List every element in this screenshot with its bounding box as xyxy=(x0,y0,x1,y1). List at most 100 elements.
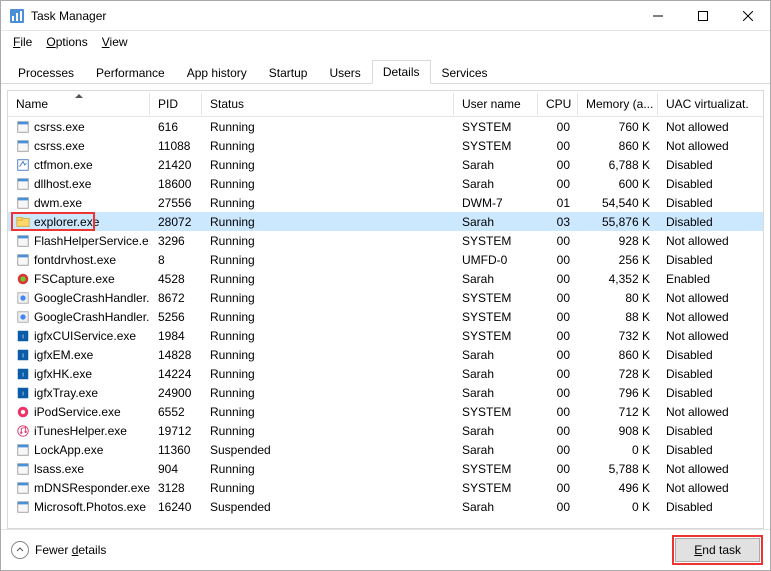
cell-pid: 904 xyxy=(150,462,202,476)
tab-bar: Processes Performance App history Startu… xyxy=(1,53,770,84)
tab-processes[interactable]: Processes xyxy=(7,61,85,84)
table-row[interactable]: dwm.exe27556RunningDWM-70154,540 KDisabl… xyxy=(8,193,763,212)
col-user[interactable]: User name xyxy=(454,93,538,115)
cell-cpu: 00 xyxy=(538,481,578,495)
cell-status: Running xyxy=(202,272,454,286)
tab-details[interactable]: Details xyxy=(372,60,431,84)
cell-cpu: 00 xyxy=(538,348,578,362)
col-mem[interactable]: Memory (a... xyxy=(578,93,658,115)
cell-name: explorer.exe xyxy=(8,215,150,229)
tab-users[interactable]: Users xyxy=(318,61,371,84)
table-row[interactable]: csrss.exe616RunningSYSTEM00760 KNot allo… xyxy=(8,117,763,136)
col-uac[interactable]: UAC virtualizat... xyxy=(658,93,748,115)
cell-status: Running xyxy=(202,139,454,153)
cell-uac: Disabled xyxy=(658,386,748,400)
table-row[interactable]: explorer.exe28072RunningSarah0355,876 KD… xyxy=(8,212,763,231)
table-row[interactable]: iigfxTray.exe24900RunningSarah00796 KDis… xyxy=(8,383,763,402)
table-row[interactable]: FlashHelperService.e...3296RunningSYSTEM… xyxy=(8,231,763,250)
cell-user: SYSTEM xyxy=(454,405,538,419)
table-row[interactable]: Microsoft.Photos.exe16240SuspendedSarah0… xyxy=(8,497,763,516)
minimize-button[interactable] xyxy=(635,1,680,30)
cell-status: Running xyxy=(202,424,454,438)
table-row[interactable]: iigfxEM.exe14828RunningSarah00860 KDisab… xyxy=(8,345,763,364)
cell-status: Running xyxy=(202,386,454,400)
cell-mem: 4,352 K xyxy=(578,272,658,286)
cell-mem: 0 K xyxy=(578,500,658,514)
tab-startup[interactable]: Startup xyxy=(258,61,319,84)
cell-name: csrss.exe xyxy=(8,139,150,153)
cell-user: SYSTEM xyxy=(454,291,538,305)
table-row[interactable]: iPodService.exe6552RunningSYSTEM00712 KN… xyxy=(8,402,763,421)
col-cpu[interactable]: CPU xyxy=(538,93,578,115)
table-row[interactable]: iigfxHK.exe14224RunningSarah00728 KDisab… xyxy=(8,364,763,383)
cell-cpu: 01 xyxy=(538,196,578,210)
close-button[interactable] xyxy=(725,1,770,30)
cell-uac: Not allowed xyxy=(658,291,748,305)
cell-pid: 8672 xyxy=(150,291,202,305)
cell-name: iigfxCUIService.exe xyxy=(8,329,150,343)
cell-mem: 728 K xyxy=(578,367,658,381)
cell-user: Sarah xyxy=(454,348,538,362)
cell-cpu: 00 xyxy=(538,367,578,381)
table-row[interactable]: GoogleCrashHandler...5256RunningSYSTEM00… xyxy=(8,307,763,326)
maximize-button[interactable] xyxy=(680,1,725,30)
table-row[interactable]: dllhost.exe18600RunningSarah00600 KDisab… xyxy=(8,174,763,193)
cell-status: Running xyxy=(202,462,454,476)
cell-name: FSCapture.exe xyxy=(8,272,150,286)
col-pid[interactable]: PID xyxy=(150,93,202,115)
cell-status: Running xyxy=(202,177,454,191)
cell-uac: Disabled xyxy=(658,215,748,229)
cell-mem: 80 K xyxy=(578,291,658,305)
cell-cpu: 00 xyxy=(538,462,578,476)
table-row[interactable]: iigfxCUIService.exe1984RunningSYSTEM0073… xyxy=(8,326,763,345)
table-row[interactable]: fontdrvhost.exe8RunningUMFD-000256 KDisa… xyxy=(8,250,763,269)
table-row[interactable]: LockApp.exe11360SuspendedSarah000 KDisab… xyxy=(8,440,763,459)
cell-pid: 21420 xyxy=(150,158,202,172)
cell-cpu: 00 xyxy=(538,329,578,343)
table-row[interactable]: ctfmon.exe21420RunningSarah006,788 KDisa… xyxy=(8,155,763,174)
col-status[interactable]: Status xyxy=(202,93,454,115)
cell-user: SYSTEM xyxy=(454,462,538,476)
menu-file[interactable]: File xyxy=(7,33,38,51)
cell-pid: 1984 xyxy=(150,329,202,343)
table-row[interactable]: lsass.exe904RunningSYSTEM005,788 KNot al… xyxy=(8,459,763,478)
cell-user: Sarah xyxy=(454,272,538,286)
table-row[interactable]: mDNSResponder.exe3128RunningSYSTEM00496 … xyxy=(8,478,763,497)
cell-cpu: 00 xyxy=(538,253,578,267)
tab-services[interactable]: Services xyxy=(431,61,499,84)
cell-user: SYSTEM xyxy=(454,310,538,324)
cell-uac: Not allowed xyxy=(658,310,748,324)
cell-uac: Disabled xyxy=(658,367,748,381)
process-table: Name PID Status User name CPU Memory (a.… xyxy=(7,90,764,529)
cell-uac: Not allowed xyxy=(658,405,748,419)
fewer-details-label: Fewer details xyxy=(35,543,106,557)
tab-apphistory[interactable]: App history xyxy=(176,61,258,84)
cell-pid: 6552 xyxy=(150,405,202,419)
cell-mem: 496 K xyxy=(578,481,658,495)
table-row[interactable]: GoogleCrashHandler...8672RunningSYSTEM00… xyxy=(8,288,763,307)
table-body[interactable]: csrss.exe616RunningSYSTEM00760 KNot allo… xyxy=(8,117,763,528)
cell-name: fontdrvhost.exe xyxy=(8,253,150,267)
cell-mem: 860 K xyxy=(578,139,658,153)
cell-pid: 8 xyxy=(150,253,202,267)
end-task-button[interactable]: End task xyxy=(675,538,760,562)
cell-uac: Not allowed xyxy=(658,120,748,134)
table-row[interactable]: csrss.exe11088RunningSYSTEM00860 KNot al… xyxy=(8,136,763,155)
svg-text:i: i xyxy=(22,390,23,397)
fewer-details-button[interactable]: Fewer details xyxy=(11,541,667,559)
cell-status: Running xyxy=(202,310,454,324)
cell-mem: 908 K xyxy=(578,424,658,438)
menu-view[interactable]: View xyxy=(96,33,134,51)
cell-cpu: 00 xyxy=(538,158,578,172)
table-row[interactable]: FSCapture.exe4528RunningSarah004,352 KEn… xyxy=(8,269,763,288)
menu-options[interactable]: Options xyxy=(40,33,93,51)
cell-name: FlashHelperService.e... xyxy=(8,234,150,248)
col-name[interactable]: Name xyxy=(8,93,150,115)
cell-user: SYSTEM xyxy=(454,329,538,343)
tab-performance[interactable]: Performance xyxy=(85,61,176,84)
cell-pid: 19712 xyxy=(150,424,202,438)
table-row[interactable]: iTunesHelper.exe19712RunningSarah00908 K… xyxy=(8,421,763,440)
cell-name: LockApp.exe xyxy=(8,443,150,457)
cell-user: UMFD-0 xyxy=(454,253,538,267)
cell-cpu: 00 xyxy=(538,310,578,324)
